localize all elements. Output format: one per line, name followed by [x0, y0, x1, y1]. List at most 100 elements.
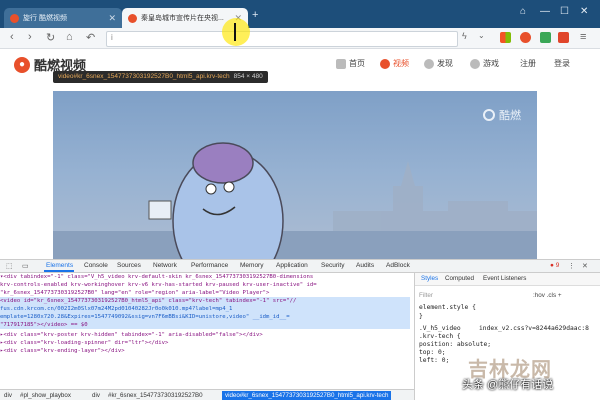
player-watermark: 酷燃: [483, 107, 521, 123]
tab-title: 秦皇岛城市宣传片在央视...: [141, 15, 224, 22]
inspect-icon[interactable]: ⬚: [6, 262, 13, 270]
mouse-cursor-highlight: [222, 18, 250, 46]
forward-button[interactable]: ›: [28, 31, 32, 43]
tab-event-listeners[interactable]: Event Listeners: [483, 275, 526, 282]
dom-line-selected[interactable]: emplate=1280x720.28&Expires=1547749092&s…: [0, 313, 410, 321]
nav-video[interactable]: 视频: [380, 58, 409, 69]
close-icon[interactable]: ✕: [108, 13, 116, 24]
back-button[interactable]: ‹: [10, 31, 14, 43]
chevron-down-icon[interactable]: ⌄: [478, 31, 485, 40]
style-rule-line: position: absolute;: [419, 341, 492, 348]
style-rule-line: element.style {: [419, 304, 476, 311]
styles-tabs: Styles Computed Event Listeners: [415, 273, 600, 286]
new-tab-button[interactable]: +: [252, 9, 258, 21]
breadcrumb-item[interactable]: #pl_show_playbox: [20, 392, 71, 399]
nav-label: 发现: [437, 59, 453, 68]
url-input[interactable]: i: [106, 31, 458, 47]
tab-adblock[interactable]: AdBlock: [386, 262, 410, 269]
info-icon[interactable]: i: [111, 33, 113, 42]
tab-audits[interactable]: Audits: [356, 262, 374, 269]
minimize-button[interactable]: —: [540, 6, 550, 17]
rule-source-link[interactable]: index_v2.css?v=8244a629daac:8: [479, 325, 589, 332]
video-player[interactable]: 酷燃: [53, 91, 537, 259]
dom-line[interactable]: krv-controls-enabled krv-workinghover kr…: [0, 281, 410, 289]
nav-label: 注册: [520, 59, 536, 68]
nav-game[interactable]: 游戏: [470, 58, 499, 69]
styles-filter-input[interactable]: Filter: [419, 292, 433, 299]
dom-line[interactable]: ▸<div class="krv-ending-layer"></div>: [0, 347, 410, 355]
dom-line[interactable]: ▸<div class="krv-loading-spinner" dir="l…: [0, 339, 410, 347]
undo-button[interactable]: ↶: [86, 31, 95, 44]
breadcrumb-item[interactable]: div: [4, 392, 12, 399]
tab-performance[interactable]: Performance: [191, 262, 228, 269]
dom-line-selected[interactable]: fus.cdn.krcom.cn/002I2m0Slx07m24M2pd0104…: [0, 305, 410, 313]
tab-security[interactable]: Security: [321, 262, 344, 269]
browser-window: 旋行 酷燃视频 ✕ 秦皇岛城市宣传片在央视... ✕ + ⌂ — ☐ ✕ ‹ ›…: [0, 0, 600, 400]
menu-icon[interactable]: ≡: [580, 31, 586, 43]
inspector-tooltip: video#kr_6snex_1547737303192527B0_html5_…: [53, 71, 268, 83]
dom-line[interactable]: "kr_6snex_1547737303192527B0" lang="en" …: [0, 289, 410, 297]
nav-label: 首页: [349, 59, 365, 68]
filter-options[interactable]: :hov .cls +: [533, 292, 562, 299]
microsoft-icon[interactable]: [500, 32, 511, 43]
elements-tree[interactable]: ▾<div tabindex="-1" class="V_h5_video kr…: [0, 273, 410, 388]
active-tab-indicator: [44, 270, 74, 272]
kuran-logo-icon: ●: [14, 56, 30, 73]
opera-icon[interactable]: [520, 32, 531, 43]
tab-elements[interactable]: Elements: [46, 262, 73, 269]
address-bar-row: ‹ › ↻ ⌂ ↶ i ϟ ⌄ ≡: [0, 28, 600, 49]
nav-discover[interactable]: 发现: [424, 58, 453, 69]
tab-styles[interactable]: Styles: [421, 275, 438, 282]
dom-line-selected[interactable]: "717917185"></video> == $0: [0, 321, 410, 329]
breadcrumb: div #pl_show_playbox div #kr_6snex_15477…: [0, 389, 414, 400]
nav-register[interactable]: 注册: [520, 58, 536, 69]
error-badge[interactable]: ● 9: [550, 262, 559, 269]
video-frame-illustration: [53, 142, 537, 259]
tab-bar: 旋行 酷燃视频 ✕ 秦皇岛城市宣传片在央视... ✕ + ⌂ — ☐ ✕: [0, 0, 600, 28]
reload-button[interactable]: ↻: [46, 31, 55, 44]
text-cursor-icon: [234, 23, 236, 41]
extension-icon[interactable]: [540, 32, 551, 43]
dom-line-selected[interactable]: <video id="kr_6snex_1547737303192527B0_h…: [0, 297, 410, 305]
close-icon[interactable]: ✕: [582, 262, 588, 270]
style-rule-line: top: 0;: [419, 349, 446, 356]
tab-kuran[interactable]: 旋行 酷燃视频 ✕: [4, 8, 122, 28]
nav-home[interactable]: 首页: [336, 58, 365, 69]
tab-computed[interactable]: Computed: [445, 275, 474, 282]
game-icon: [470, 58, 480, 69]
tab-memory[interactable]: Memory: [240, 262, 263, 269]
site-favicon-icon: [10, 13, 19, 23]
close-window-button[interactable]: ✕: [580, 6, 588, 17]
home-window-icon[interactable]: ⌂: [520, 6, 526, 17]
nav-label: 登录: [554, 59, 570, 68]
video-icon: [380, 58, 390, 69]
tab-network[interactable]: Network: [153, 262, 177, 269]
style-rule-line: left: 0;: [419, 357, 450, 364]
tooltip-selector: video#kr_6snex_1547737303192527B0_html5_…: [58, 73, 230, 80]
more-icon[interactable]: ⋮: [568, 262, 575, 270]
style-rule-line: .krv-tech {: [419, 333, 461, 340]
tab-console[interactable]: Console: [84, 262, 108, 269]
maximize-button[interactable]: ☐: [560, 6, 569, 17]
tab-title: 旋行 酷燃视频: [23, 15, 67, 22]
devtools-tabs: ⬚ ▭ Elements Console Sources Network Per…: [0, 260, 600, 273]
nav-label: 游戏: [483, 59, 499, 68]
nav-login[interactable]: 登录: [554, 58, 570, 69]
tab-application[interactable]: Application: [276, 262, 308, 269]
kuran-logo-icon: [483, 109, 495, 121]
home-button[interactable]: ⌂: [66, 31, 73, 43]
dom-line[interactable]: ▸<div class="krv-poster krv-hidden" tabi…: [0, 331, 410, 339]
breadcrumb-item-active[interactable]: video#kr_6snex_1547737303192527B0_html5_…: [222, 391, 392, 400]
style-rule-line: }: [419, 313, 423, 320]
watermark: 吉林龙网 头条 @熊仔有话说: [462, 353, 592, 393]
breadcrumb-item[interactable]: div: [92, 392, 100, 399]
web-page: ● 酷燃视频 首页 视频 发现 游戏 注册 登录 video#kr_6snex_…: [0, 49, 600, 259]
device-toggle-icon[interactable]: ▭: [22, 262, 29, 270]
nav-label: 视频: [393, 59, 409, 68]
adblock-icon[interactable]: [558, 32, 569, 43]
home-icon: [336, 58, 346, 69]
lightning-icon[interactable]: ϟ: [462, 31, 467, 41]
tab-sources[interactable]: Sources: [117, 262, 141, 269]
dom-line[interactable]: ▾<div tabindex="-1" class="V_h5_video kr…: [0, 273, 410, 281]
breadcrumb-item[interactable]: #kr_6snex_1547737303192527B0: [108, 392, 203, 399]
